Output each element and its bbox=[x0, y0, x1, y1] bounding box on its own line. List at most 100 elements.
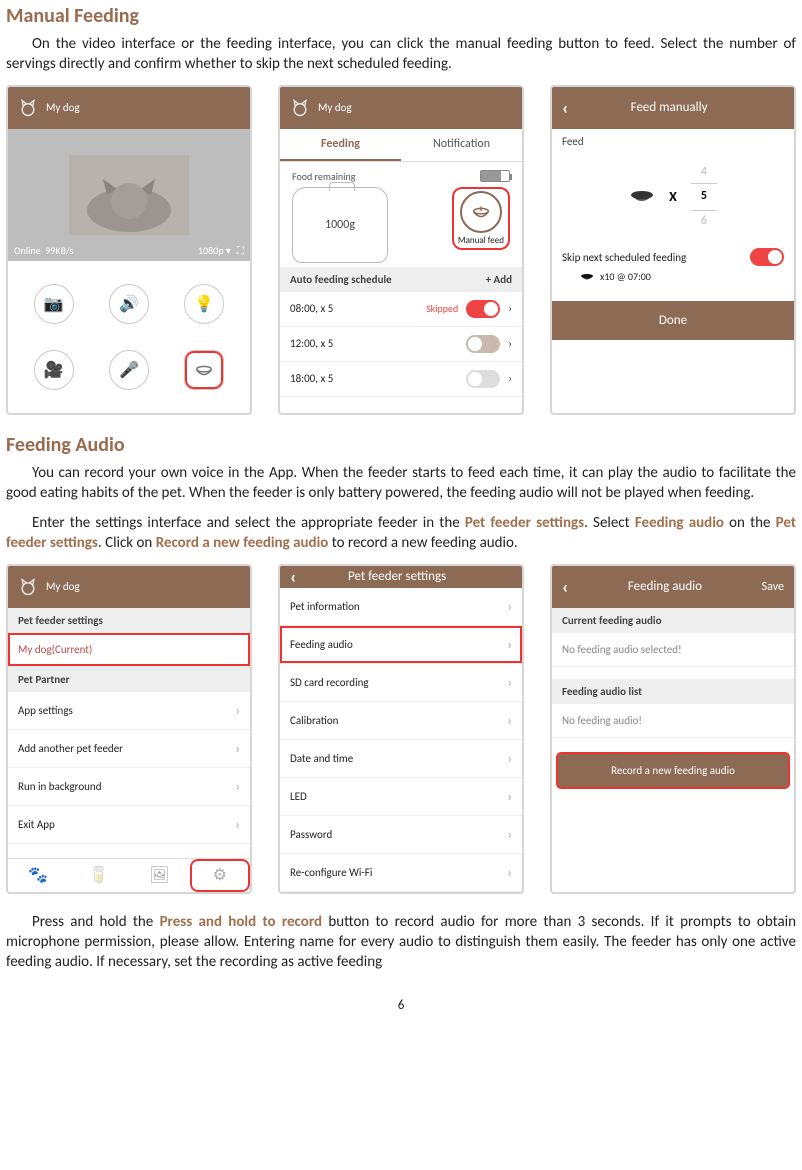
back-button[interactable]: ‹ bbox=[290, 566, 296, 588]
list-item[interactable]: Run in background› bbox=[8, 768, 250, 806]
screenshot-feeding-interface: My dog Feeding Notification Food remaini… bbox=[278, 85, 524, 415]
chevron-right-icon: › bbox=[507, 636, 512, 653]
list-item[interactable]: LED› bbox=[280, 778, 522, 816]
tab-paw-icon[interactable]: 🐾 bbox=[8, 859, 69, 892]
battery-icon bbox=[480, 170, 510, 182]
tab-gallery-icon[interactable]: 🖼 bbox=[129, 859, 190, 892]
manual-feed-button[interactable] bbox=[460, 191, 502, 233]
chevron-right-icon: › bbox=[508, 302, 512, 315]
toggle[interactable] bbox=[466, 335, 500, 353]
skip-toggle[interactable] bbox=[750, 248, 784, 266]
resolution[interactable]: 1080p ▾ bbox=[198, 244, 231, 257]
page-number: 6 bbox=[6, 998, 796, 1013]
done-button[interactable]: Done bbox=[552, 301, 794, 340]
bottom-tabbar: 🐾 🥛 🖼 ⚙ bbox=[8, 858, 250, 892]
chevron-right-icon: › bbox=[508, 337, 512, 350]
toggle[interactable] bbox=[466, 300, 500, 318]
snapshot-button[interactable]: 📷 bbox=[34, 284, 74, 324]
list-item[interactable]: Re-configure Wi-Fi› bbox=[280, 854, 522, 892]
video-preview[interactable]: Online 99KB/s 1080p ▾ ⛶ bbox=[8, 129, 250, 261]
appbar: My dog bbox=[8, 87, 250, 129]
list-item[interactable]: Exit App› bbox=[8, 806, 250, 844]
section-current-audio: Current feeding audio bbox=[552, 608, 794, 633]
chevron-right-icon: › bbox=[507, 864, 512, 881]
auto-schedule-header: Auto feeding schedule + Add bbox=[280, 267, 522, 292]
mic-button[interactable]: 🎤 bbox=[109, 350, 149, 390]
list-item[interactable]: Add another pet feeder› bbox=[8, 730, 250, 768]
chevron-right-icon: › bbox=[235, 740, 240, 757]
bowl-icon bbox=[470, 201, 492, 223]
bitrate: 99KB/s bbox=[45, 244, 73, 257]
list-item[interactable]: App settings› bbox=[8, 692, 250, 730]
chevron-right-icon: › bbox=[507, 788, 512, 805]
appbar-title: Feeding audio bbox=[576, 579, 753, 594]
schedule-time: 12:00, x 5 bbox=[290, 337, 333, 350]
picker-option[interactable]: 6 bbox=[691, 211, 717, 233]
appbar-title: My dog bbox=[46, 580, 80, 593]
x-label: X bbox=[669, 188, 677, 205]
paragraph-feeding-audio-2: Enter the settings interface and select … bbox=[6, 513, 796, 554]
pet-icon bbox=[290, 98, 310, 118]
chevron-right-icon: › bbox=[507, 674, 512, 691]
section-audio-list: Feeding audio list bbox=[552, 679, 794, 704]
audio-button[interactable]: 🔊 bbox=[109, 284, 149, 324]
add-schedule-button[interactable]: + Add bbox=[486, 273, 512, 286]
section-pet-feeder-settings: Pet feeder settings bbox=[8, 608, 250, 633]
screenshot-video-interface: My dog Online 99KB/s 1080p ▾ ⛶ 📷 🔊 💡 bbox=[6, 85, 252, 415]
auto-schedule-label: Auto feeding schedule bbox=[290, 273, 392, 286]
screenshot-feeding-audio: ‹ Feeding audio Save Current feeding aud… bbox=[550, 564, 796, 894]
save-button[interactable]: Save bbox=[762, 580, 784, 594]
manual-feed-button[interactable] bbox=[184, 350, 224, 390]
appbar: ‹ Feeding audio Save bbox=[552, 566, 794, 608]
picker-option[interactable]: 4 bbox=[691, 162, 717, 184]
control-pad: 📷 🔊 💡 🎥 🎤 bbox=[8, 261, 250, 413]
fullscreen-icon[interactable]: ⛶ bbox=[235, 244, 244, 257]
chevron-right-icon: › bbox=[507, 598, 512, 615]
list-item[interactable]: Pet information› bbox=[280, 588, 522, 626]
current-feeder-row[interactable]: My dog(Current) bbox=[8, 633, 250, 667]
servings-picker[interactable]: X 4 5 6 bbox=[552, 148, 794, 241]
back-button[interactable]: ‹ bbox=[562, 97, 568, 119]
skip-next-row: Skip next scheduled feeding bbox=[552, 240, 794, 270]
pet-icon bbox=[18, 577, 38, 597]
feed-label: Feed bbox=[552, 129, 794, 148]
paragraph-press-hold: Press and hold the Press and hold to rec… bbox=[6, 912, 796, 973]
skip-label: Skip next scheduled feeding bbox=[562, 251, 686, 264]
chevron-right-icon: › bbox=[507, 750, 512, 767]
light-button[interactable]: 💡 bbox=[184, 284, 224, 324]
record-button[interactable]: 🎥 bbox=[34, 350, 74, 390]
appbar-title: My dog bbox=[46, 101, 80, 114]
list-item[interactable]: Reboot› bbox=[280, 892, 522, 894]
list-item[interactable]: Password› bbox=[280, 816, 522, 854]
paragraph-feeding-audio-1: You can record your own voice in the App… bbox=[6, 463, 796, 504]
bowl-icon bbox=[629, 187, 655, 207]
no-audio-in-list: No feeding audio! bbox=[552, 704, 794, 738]
tab-feeder-icon[interactable]: 🥛 bbox=[69, 859, 130, 892]
heading-feeding-audio: Feeding Audio bbox=[6, 433, 796, 457]
skipped-label: Skipped bbox=[426, 302, 458, 315]
skip-detail: x10 @ 07:00 bbox=[552, 270, 794, 291]
tab-notification[interactable]: Notification bbox=[401, 129, 522, 161]
no-audio-selected: No feeding audio selected! bbox=[552, 633, 794, 667]
manual-feed-label: Manual feed bbox=[458, 235, 504, 246]
chevron-right-icon: › bbox=[235, 702, 240, 719]
appbar-title: Feed manually bbox=[576, 100, 762, 115]
list-item[interactable]: Date and time› bbox=[280, 740, 522, 778]
list-item[interactable]: Calibration› bbox=[280, 702, 522, 740]
picker-selected[interactable]: 5 bbox=[691, 183, 717, 211]
food-canister: 1000g bbox=[292, 187, 388, 263]
video-status-bar: Online 99KB/s 1080p ▾ ⛶ bbox=[14, 244, 244, 257]
tab-feeding[interactable]: Feeding bbox=[280, 129, 401, 161]
appbar: My dog bbox=[280, 87, 522, 129]
schedule-row[interactable]: 18:00, x 5 › bbox=[280, 362, 522, 397]
back-button[interactable]: ‹ bbox=[562, 576, 568, 598]
list-item-feeding-audio[interactable]: Feeding audio› bbox=[280, 626, 522, 664]
schedule-row[interactable]: 12:00, x 5 › bbox=[280, 327, 522, 362]
tab-settings-icon[interactable]: ⚙ bbox=[190, 859, 251, 892]
record-new-audio-button[interactable]: Record a new feeding audio bbox=[558, 754, 788, 787]
toggle[interactable] bbox=[466, 370, 500, 388]
cat-image-placeholder bbox=[69, 155, 189, 235]
list-item[interactable]: SD card recording› bbox=[280, 664, 522, 702]
schedule-row[interactable]: 08:00, x 5 Skipped› bbox=[280, 292, 522, 327]
pet-icon bbox=[18, 98, 38, 118]
